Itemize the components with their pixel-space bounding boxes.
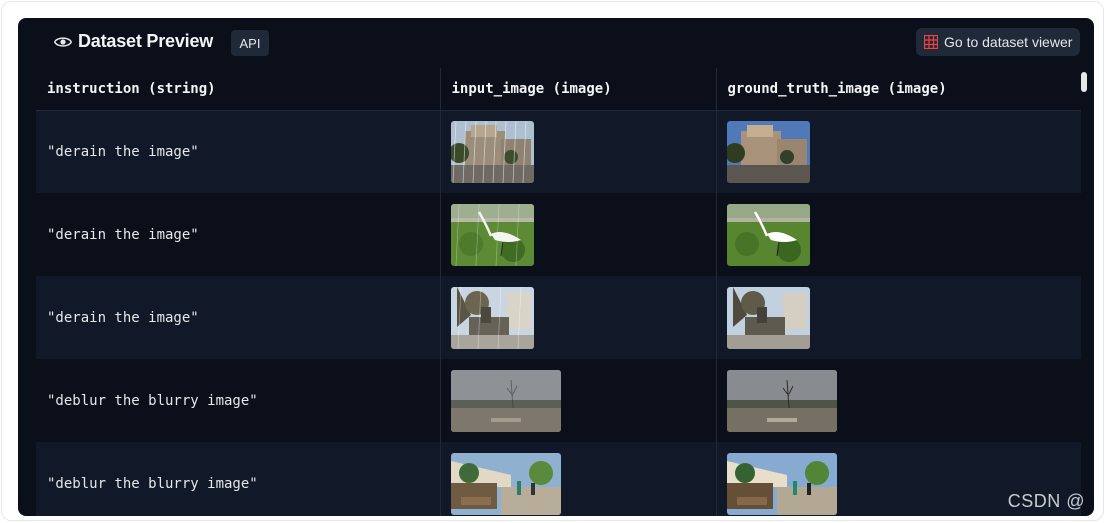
dataset-preview-panel: Dataset Preview API Go to dataset viewer [18,18,1094,516]
input-image-thumbnail[interactable] [450,120,534,183]
table-row[interactable]: "derain the image" [36,110,1081,193]
table-grid-icon [924,35,938,49]
input-image-thumbnail[interactable] [450,452,561,515]
ground-truth-image-thumbnail[interactable] [726,369,837,432]
csdn-watermark: CSDN @ [1007,491,1085,511]
api-button[interactable]: API [231,30,269,56]
page-title: Dataset Preview [78,31,214,51]
scrollbar-thumb[interactable] [1081,72,1087,92]
table-row[interactable]: "derain the image" [36,276,1081,359]
ground-truth-image-thumbnail[interactable] [726,203,810,266]
panel-header: Dataset Preview API Go to dataset viewer [18,18,1094,68]
ground-truth-image-thumbnail[interactable] [726,286,810,349]
column-header-instruction[interactable]: instruction (string) [36,68,441,111]
input-image-thumbnail[interactable] [450,286,534,349]
instruction-cell: "derain the image" [36,110,441,193]
instruction-cell: "deblur the blurry image" [36,442,441,516]
dataset-table: instruction (string) input_image (image)… [36,68,1081,516]
instruction-cell: "derain the image" [36,193,441,276]
ground-truth-image-thumbnail[interactable] [726,120,810,183]
input-image-thumbnail[interactable] [450,203,534,266]
page-frame: Dataset Preview API Go to dataset viewer [1,1,1104,521]
ground-truth-image-thumbnail[interactable] [726,452,837,515]
table-header-row: instruction (string) input_image (image)… [36,68,1081,111]
go-to-dataset-viewer-button[interactable]: Go to dataset viewer [916,28,1080,56]
table-row[interactable]: "deblur the blurry image" [36,359,1081,442]
table-row[interactable]: "derain the image" [36,193,1081,276]
table-scrollbar[interactable] [1080,68,1088,516]
instruction-cell: "deblur the blurry image" [36,359,441,442]
instruction-cell: "derain the image" [36,276,441,359]
dataset-table-container[interactable]: instruction (string) input_image (image)… [36,68,1081,516]
viewer-button-label: Go to dataset viewer [944,34,1073,50]
column-header-ground-truth-image[interactable]: ground_truth_image (image) [716,68,1081,111]
table-row[interactable]: "deblur the blurry image" [36,442,1081,516]
eye-icon [54,37,72,47]
input-image-thumbnail[interactable] [450,369,561,432]
column-header-input-image[interactable]: input_image (image) [440,68,717,111]
